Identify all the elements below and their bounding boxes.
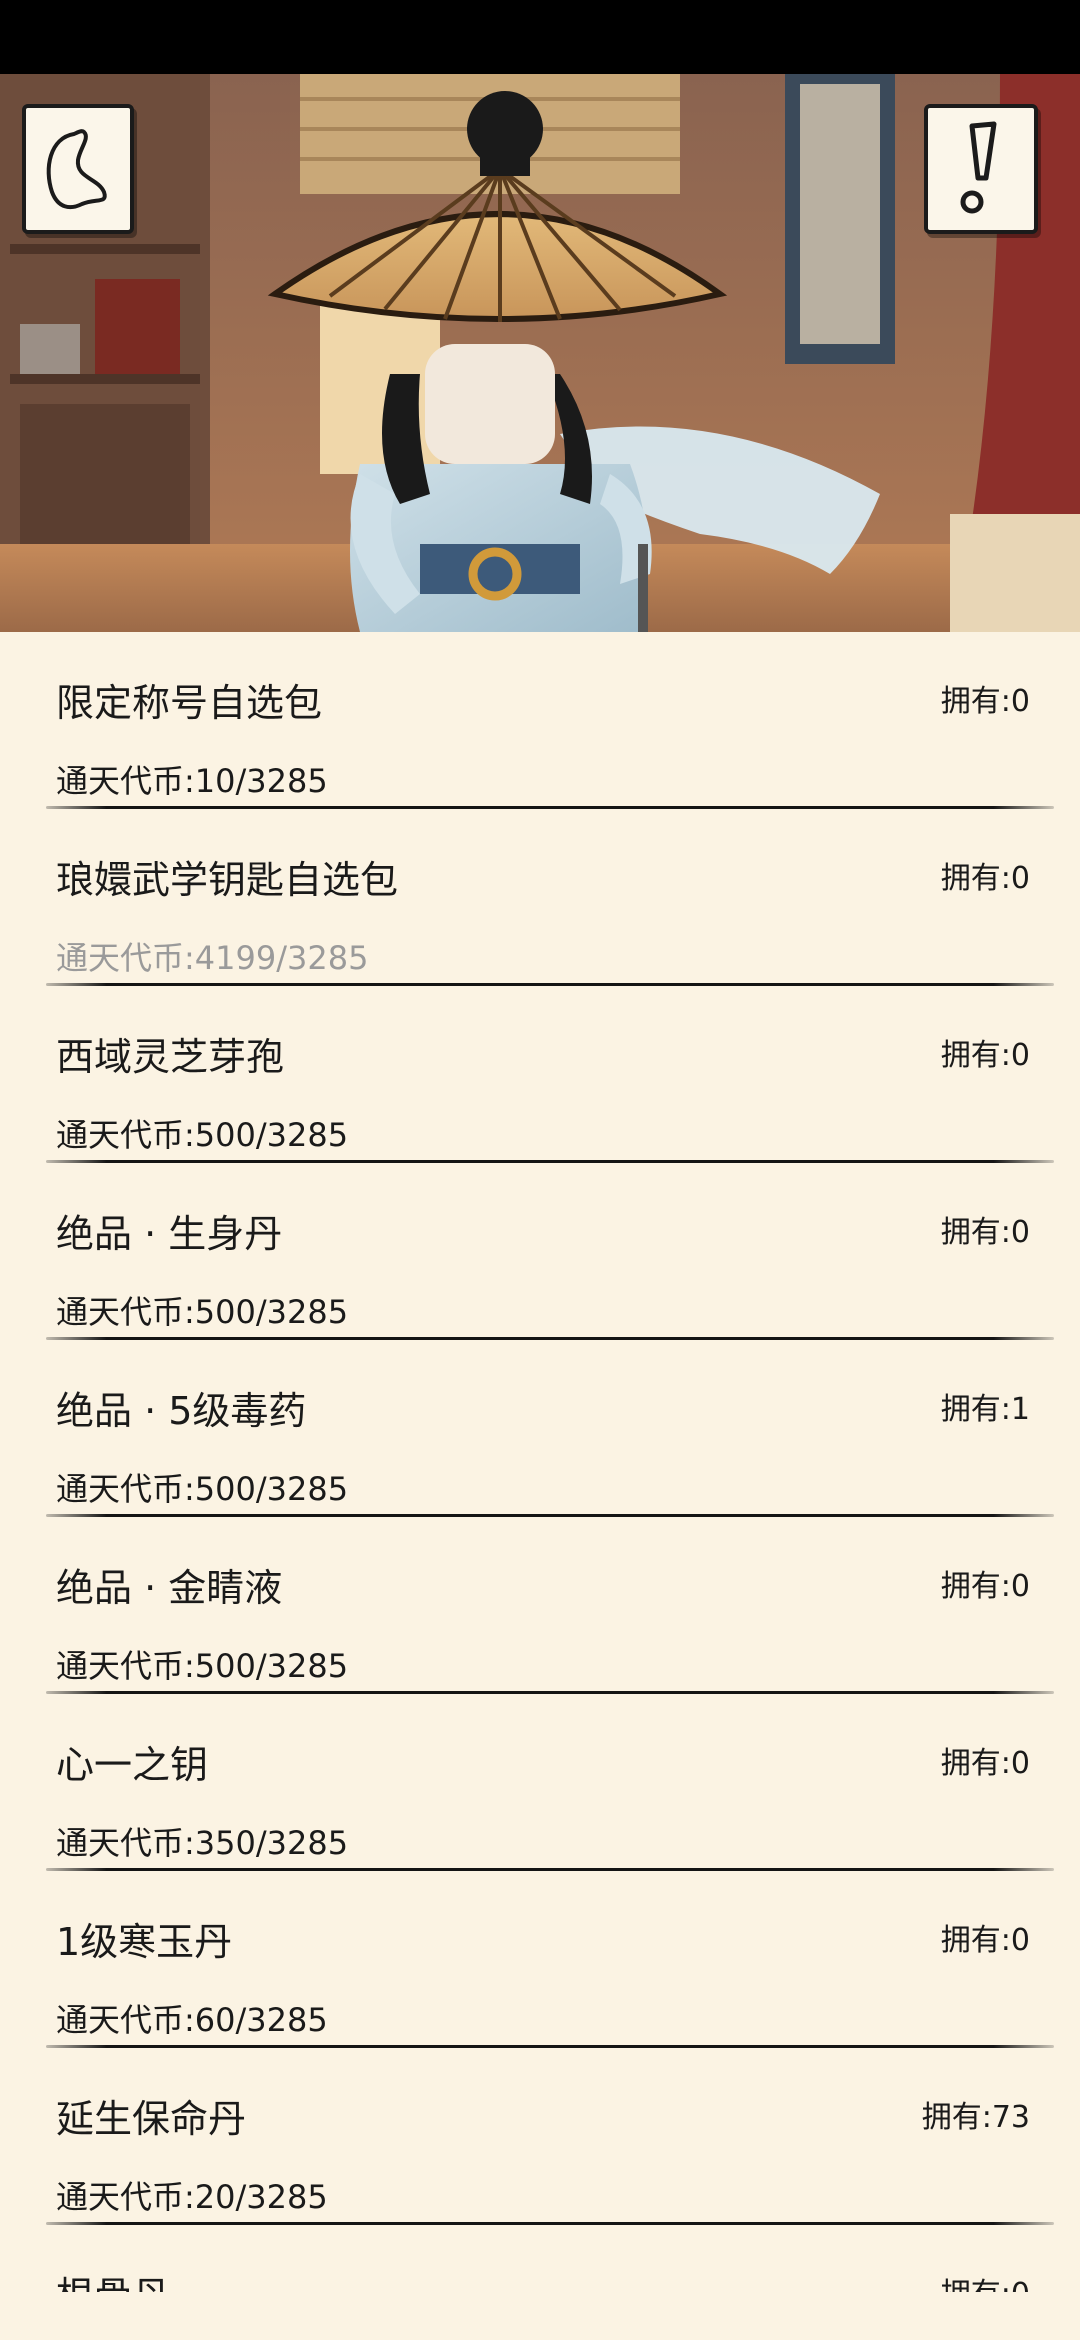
item-name: 延生保命丹 (56, 2097, 247, 2141)
status-bar (0, 0, 1080, 74)
exclamation-icon (960, 121, 997, 214)
banner-illustration (0, 74, 1080, 632)
item-name: 1级寒玉丹 (56, 1920, 233, 1964)
item-name: 限定称号自选包 (56, 681, 323, 725)
item-price: 通天代币:500/3285 (56, 1647, 349, 1685)
item-owned-count: 拥有:1 (940, 1392, 1030, 1427)
item-name: 根骨丹 (56, 2265, 170, 2292)
item-name: 绝品 · 金睛液 (56, 1566, 283, 1610)
item-price: 通天代币:60/3285 (56, 2001, 328, 2039)
item-name: 琅嬛武学钥匙自选包 (56, 858, 399, 902)
shop-item-row[interactable]: 延生保命丹 拥有:73 通天代币:20/3285 (0, 2048, 1080, 2225)
shop-item-row[interactable]: 绝品 · 5级毒药 拥有:1 通天代币:500/3285 (0, 1340, 1080, 1517)
shop-item-row[interactable]: 琅嬛武学钥匙自选包 拥有:0 通天代币:4199/3285 (0, 809, 1080, 986)
shop-item-row[interactable]: 绝品 · 金睛液 拥有:0 通天代币:500/3285 (0, 1517, 1080, 1694)
shop-item-row[interactable]: 根骨丹 拥有:0 (0, 2225, 1080, 2292)
info-button[interactable] (924, 104, 1038, 234)
shop-item-row[interactable]: 西域灵芝芽孢 拥有:0 通天代币:500/3285 (0, 986, 1080, 1163)
back-button[interactable] (22, 104, 134, 234)
item-price: 通天代币:4199/3285 (56, 939, 369, 977)
item-owned-count: 拥有:0 (941, 2269, 1030, 2292)
item-name: 绝品 · 生身丹 (56, 1212, 283, 1256)
item-owned-count: 拥有:0 (940, 1215, 1030, 1250)
shop-item-row[interactable]: 心一之钥 拥有:0 通天代币:350/3285 (0, 1694, 1080, 1871)
item-owned-count: 拥有:0 (940, 1746, 1030, 1781)
shop-item-list[interactable]: 限定称号自选包 拥有:0 通天代币:10/3285 琅嬛武学钥匙自选包 拥有:0 通天代币… (0, 632, 1080, 2292)
item-price: 通天代币:500/3285 (56, 1116, 349, 1154)
item-owned-count: 拥有:0 (940, 1569, 1030, 1604)
item-name: 绝品 · 5级毒药 (56, 1389, 307, 1433)
item-owned-count: 拥有:73 (921, 2100, 1030, 2135)
item-price: 通天代币:500/3285 (56, 1470, 349, 1508)
item-owned-count: 拥有:0 (940, 861, 1030, 896)
item-price: 通天代币:350/3285 (56, 1824, 349, 1862)
shop-banner (0, 74, 1080, 632)
shop-item-row[interactable]: 限定称号自选包 拥有:0 通天代币:10/3285 (0, 632, 1080, 809)
item-owned-count: 拥有:0 (940, 684, 1030, 719)
item-price: 通天代币:500/3285 (56, 1293, 349, 1331)
shop-item-row[interactable]: 绝品 · 生身丹 拥有:0 通天代币:500/3285 (0, 1163, 1080, 1340)
item-owned-count: 拥有:0 (940, 1923, 1030, 1958)
item-name: 西域灵芝芽孢 (56, 1035, 285, 1079)
item-price: 通天代币:20/3285 (56, 2178, 328, 2216)
item-owned-count: 拥有:0 (940, 1038, 1030, 1073)
item-price: 通天代币:10/3285 (56, 762, 328, 800)
back-icon (46, 129, 107, 210)
shop-item-row[interactable]: 1级寒玉丹 拥有:0 通天代币:60/3285 (0, 1871, 1080, 2048)
item-name: 心一之钥 (56, 1743, 209, 1787)
